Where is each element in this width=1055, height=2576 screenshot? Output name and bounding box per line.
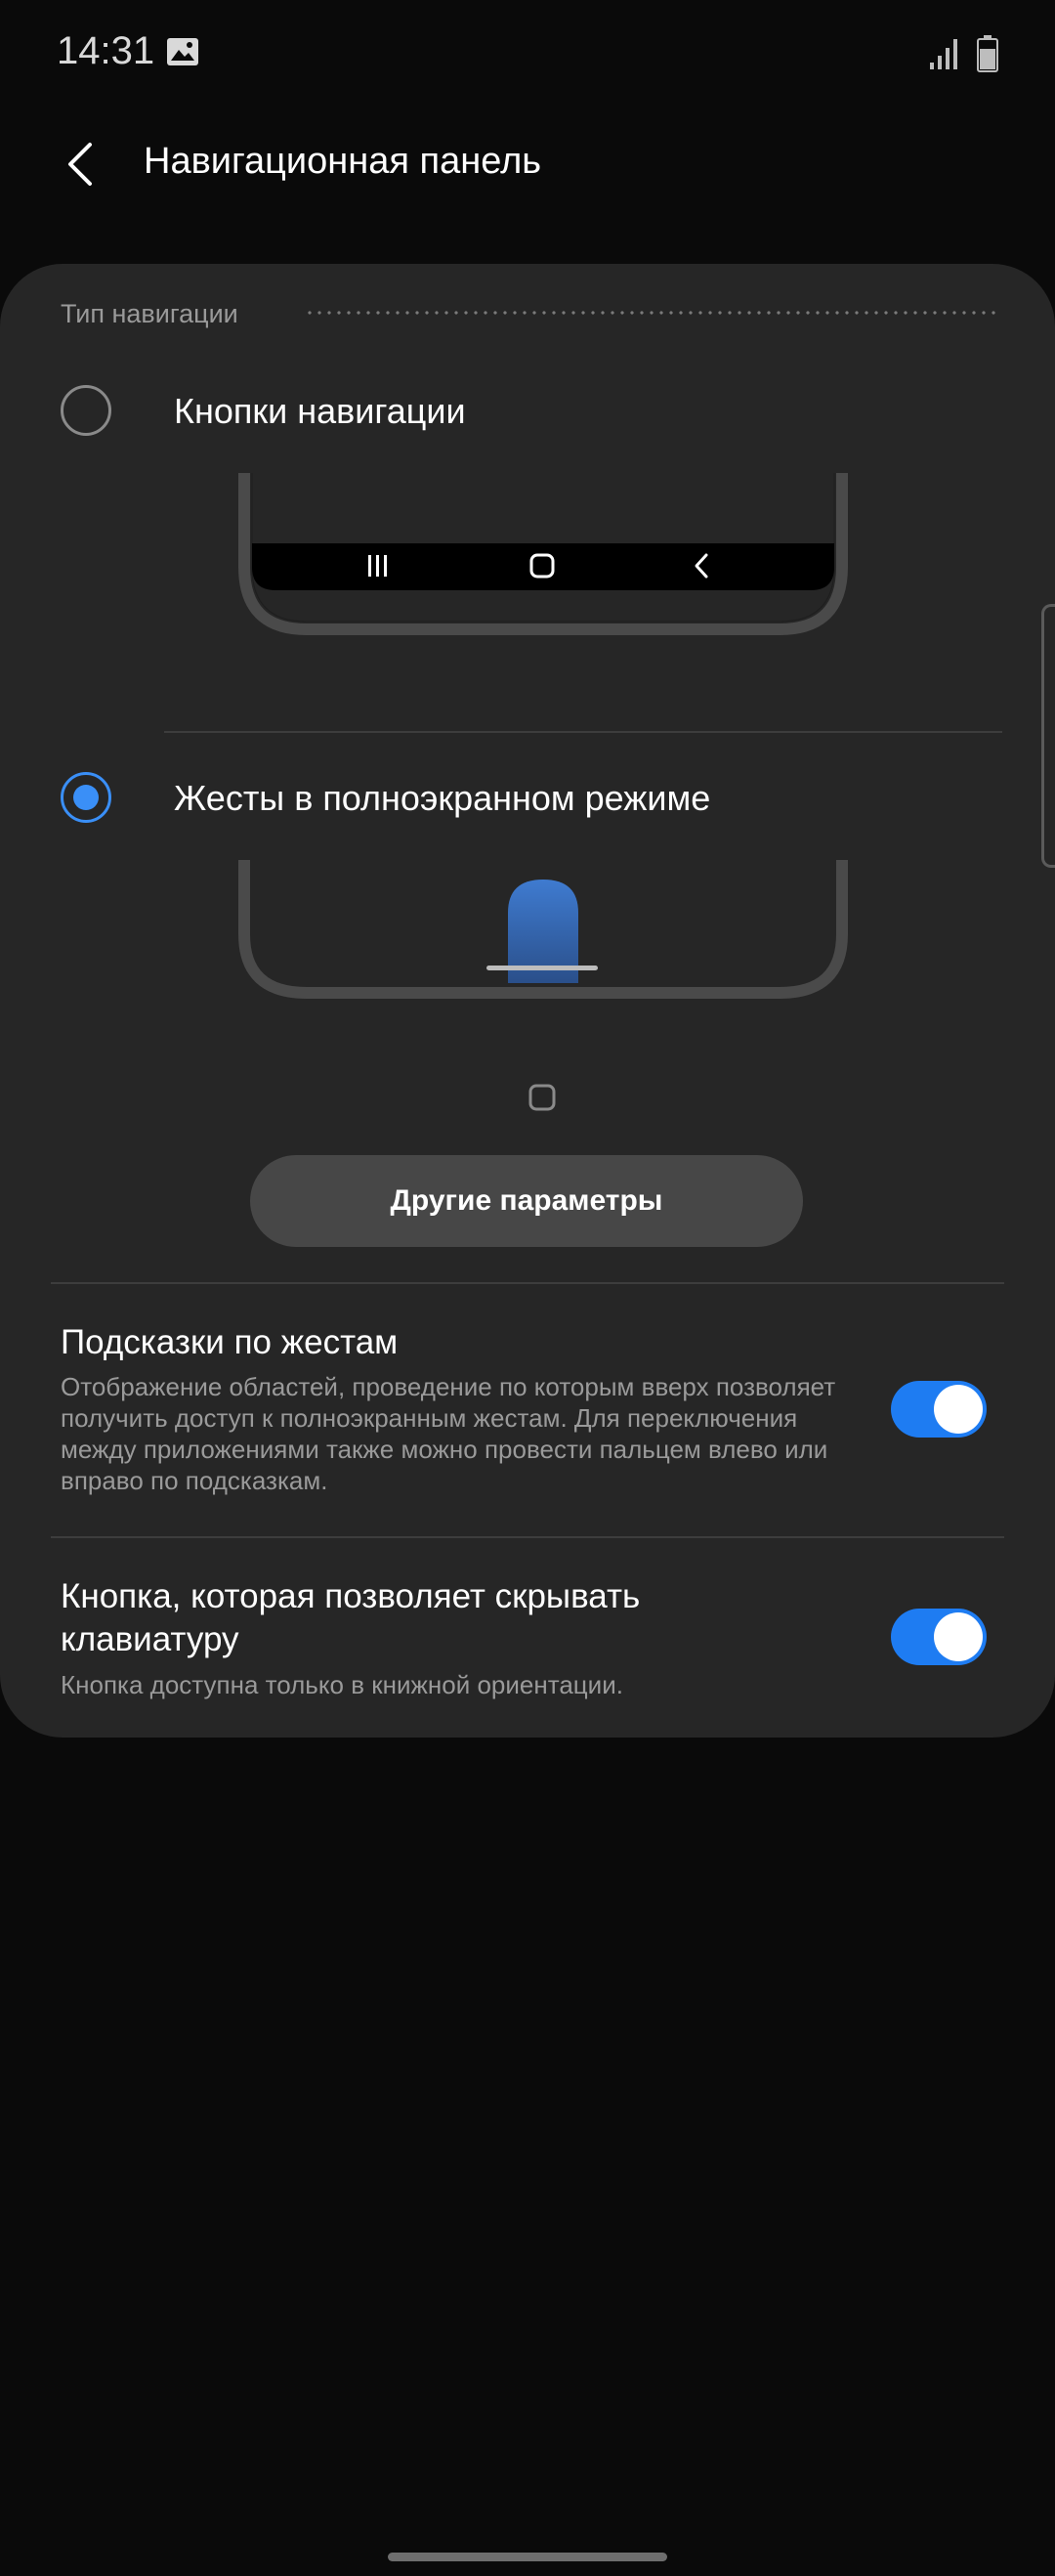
gesture-swipe-icon [486, 880, 598, 983]
chevron-left-icon[interactable] [55, 137, 109, 192]
section-divider-dots [305, 311, 1000, 315]
edge-panel-handle[interactable] [1041, 604, 1055, 868]
radio-navigation-buttons[interactable] [61, 385, 111, 436]
option-divider [164, 731, 1002, 733]
home-indicator[interactable] [388, 2553, 667, 2561]
status-time: 14:31 [57, 29, 155, 72]
gallery-icon [167, 38, 198, 65]
section-divider [51, 1282, 1004, 1284]
toggle-knob [934, 1612, 983, 1661]
option-label-fullscreen-gestures[interactable]: Жесты в полноэкранном режиме [174, 778, 710, 819]
setting-title-hide-keyboard-button: Кнопка, которая позволяет скрывать клави… [61, 1577, 641, 1658]
option-label-navigation-buttons[interactable]: Кнопки навигации [174, 391, 466, 432]
fullscreen-gestures-illustration[interactable] [238, 860, 848, 999]
page-title: Навигационная панель [144, 141, 542, 182]
navigation-buttons-illustration[interactable] [238, 473, 848, 635]
battery-icon [977, 35, 998, 72]
toggle-gesture-hints[interactable] [891, 1381, 987, 1438]
radio-fullscreen-gestures[interactable] [61, 772, 111, 823]
setting-desc-hide-keyboard-button: Кнопка доступна только в книжной ориента… [61, 1670, 623, 1699]
recents-icon [368, 555, 387, 577]
section-label-navigation-type: Тип навигации [61, 299, 238, 328]
toggle-hide-keyboard-button[interactable] [891, 1609, 987, 1665]
app-header: Навигационная панель [0, 117, 1055, 215]
status-bar: 14:31 [0, 0, 1055, 107]
signal-icon [930, 39, 957, 69]
home-square-icon [528, 1084, 556, 1111]
more-options-button[interactable]: Другие параметры [250, 1155, 803, 1247]
toggle-knob [934, 1385, 983, 1434]
settings-card: Тип навигации Кнопки навигации Жесты в п… [0, 264, 1055, 1738]
settings-divider [51, 1536, 1004, 1538]
setting-desc-gesture-hints: Отображение областей, проведение по кото… [61, 1372, 836, 1495]
setting-title-gesture-hints: Подсказки по жестам [61, 1323, 399, 1361]
